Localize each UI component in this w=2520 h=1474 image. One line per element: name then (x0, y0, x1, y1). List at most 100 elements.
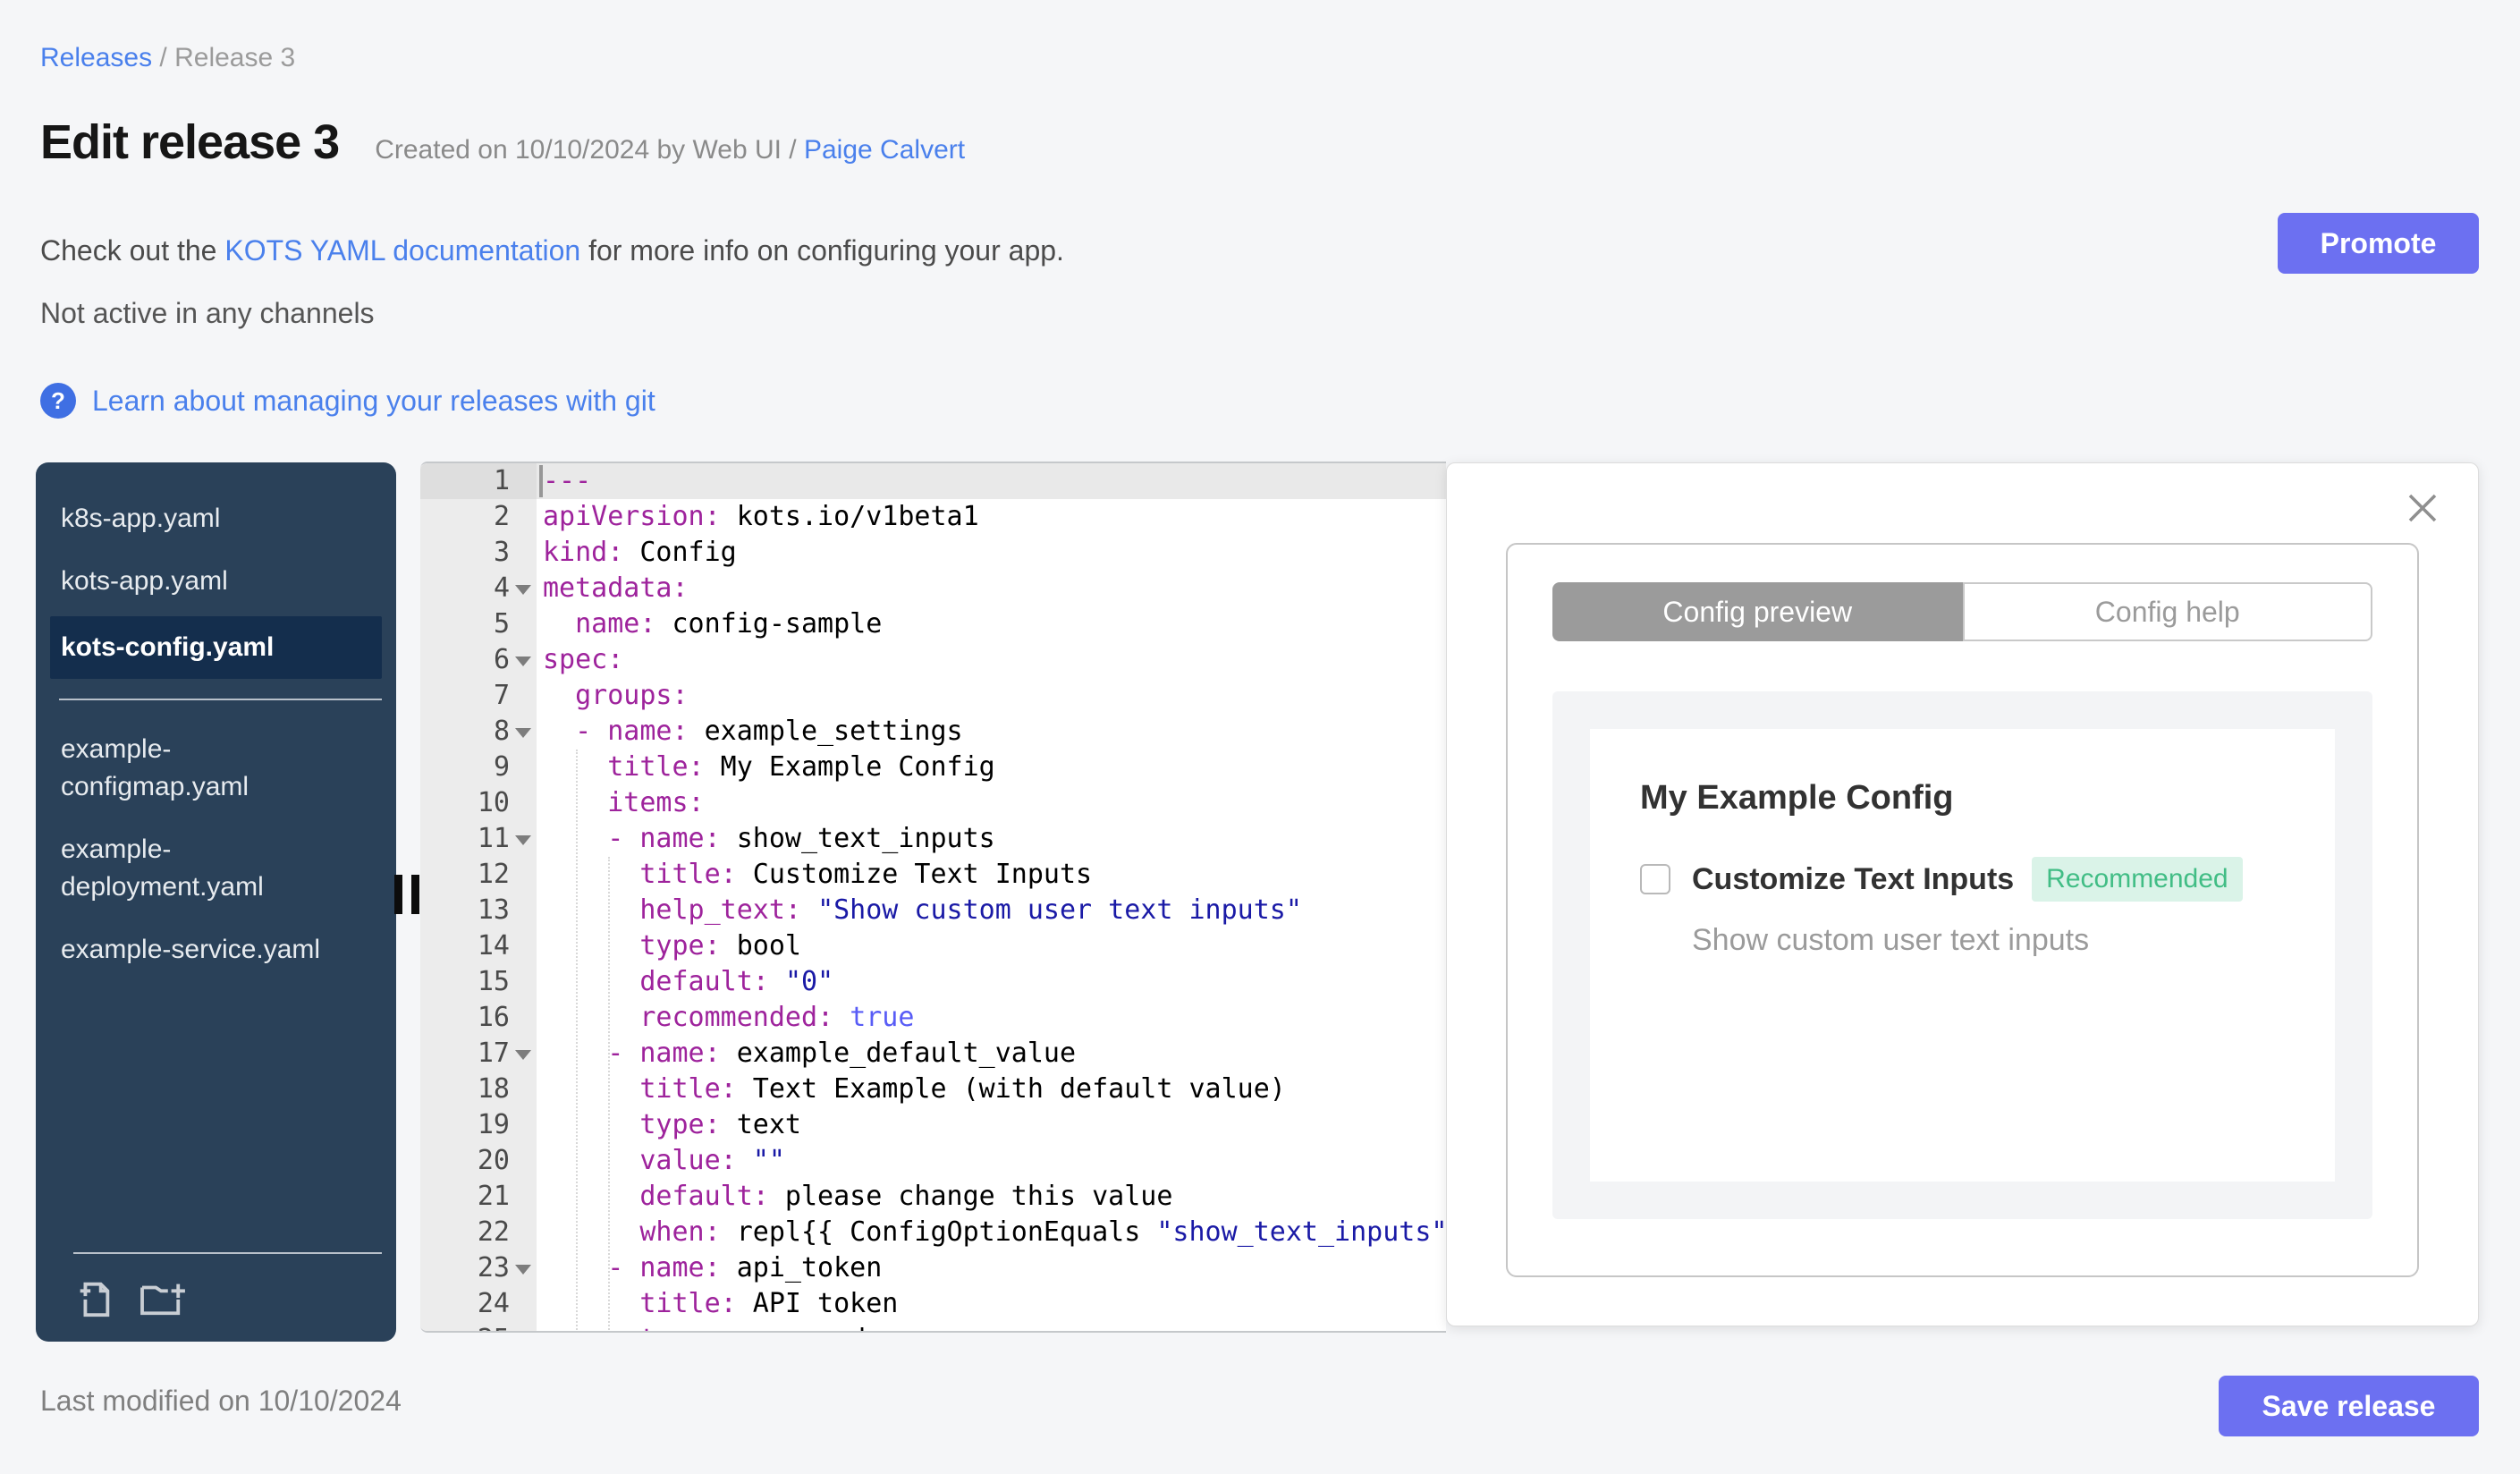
customize-text-inputs-checkbox[interactable] (1640, 864, 1670, 894)
code-text: apiVersion: kots.io/v1beta1 (543, 501, 979, 532)
line-number[interactable]: 20 (420, 1143, 537, 1179)
last-modified-text: Last modified on 10/10/2024 (40, 1385, 402, 1417)
line-number[interactable]: 23 (420, 1250, 537, 1286)
sidebar-file-example-configmap.yaml[interactable]: example- configmap.yaml (36, 718, 396, 818)
code-line-11: 11 - name: show_text_inputs (420, 821, 1446, 857)
code-line-2: 2 apiVersion: kots.io/v1beta1 (420, 499, 1446, 535)
config-item-row: Customize Text Inputs Recommended (1640, 857, 2285, 902)
line-number[interactable]: 2 (420, 499, 537, 535)
git-learn-row: ? Learn about managing your releases wit… (40, 383, 655, 419)
line-number[interactable]: 5 (420, 606, 537, 642)
config-preview-card: My Example Config Customize Text Inputs … (1590, 729, 2335, 1182)
line-number[interactable]: 17 (420, 1036, 537, 1072)
code-text: --- (543, 465, 592, 496)
code-line-12: 12 title: Customize Text Inputs (420, 857, 1446, 893)
save-release-button[interactable]: Save release (2219, 1376, 2479, 1436)
line-number[interactable]: 14 (420, 928, 537, 964)
line-number[interactable]: 16 (420, 1000, 537, 1036)
created-on-text: Created on 10/10/2024 by Web UI / Paige … (375, 135, 966, 165)
page-title: Edit release 3 (40, 115, 340, 169)
code-text: default: "0" (639, 966, 834, 997)
breadcrumb-releases-link[interactable]: Releases (40, 43, 152, 72)
config-item-label[interactable]: Customize Text Inputs (1692, 862, 2014, 897)
help-question-icon[interactable]: ? (40, 383, 76, 419)
code-text: - name: example_default_value (607, 1038, 1077, 1069)
code-text: - name: api_token (607, 1252, 883, 1283)
sidebar-file-k8s-app.yaml[interactable]: k8s-app.yaml (36, 487, 396, 550)
config-preview-container: Config preview Config help My Example Con… (1506, 543, 2419, 1277)
git-learn-link[interactable]: Learn about managing your releases with … (92, 385, 655, 418)
fold-arrow-icon[interactable] (515, 1265, 531, 1275)
sidebar-divider (73, 1252, 382, 1254)
code-text: type: password (537, 1322, 866, 1331)
code-text: type: bool (639, 930, 801, 961)
config-preview-panel: Config preview Config help My Example Con… (1446, 462, 2479, 1326)
breadcrumb-separator: / (152, 43, 175, 72)
created-by-link[interactable]: Paige Calvert (804, 135, 965, 165)
code-text: items: (607, 787, 705, 818)
code-line-21: 21 default: please change this value (420, 1179, 1446, 1215)
line-number[interactable]: 6 (420, 642, 537, 678)
code-text: - name: show_text_inputs (607, 823, 995, 854)
sidebar-file-kots-app.yaml[interactable]: kots-app.yaml (36, 550, 396, 613)
line-number[interactable]: 19 (420, 1107, 537, 1143)
fold-arrow-icon[interactable] (515, 728, 531, 738)
line-number[interactable]: 25 (420, 1322, 537, 1331)
line-number[interactable]: 21 (420, 1179, 537, 1215)
promote-button[interactable]: Promote (2278, 213, 2479, 274)
new-folder-icon[interactable] (138, 1277, 188, 1318)
line-number[interactable]: 7 (420, 678, 537, 714)
line-number[interactable]: 9 (420, 750, 537, 785)
line-number[interactable]: 1 (420, 463, 537, 499)
new-file-icon[interactable] (73, 1277, 114, 1318)
line-number[interactable]: 8 (420, 714, 537, 750)
line-number[interactable]: 18 (420, 1072, 537, 1107)
title-row: Edit release 3 Created on 10/10/2024 by … (40, 114, 965, 170)
channel-status-text: Not active in any channels (40, 297, 375, 329)
sidebar-file-example-service.yaml[interactable]: example-service.yaml (36, 919, 396, 981)
kots-yaml-doc-link[interactable]: KOTS YAML documentation (224, 234, 580, 267)
line-number[interactable]: 4 (420, 571, 537, 606)
sidebar-file-kots-config.yaml[interactable]: kots-config.yaml (50, 616, 382, 679)
code-text: value: "" (639, 1145, 785, 1176)
close-panel-button[interactable] (2405, 490, 2440, 526)
line-number[interactable]: 13 (420, 893, 537, 928)
code-text: title: Customize Text Inputs (639, 859, 1093, 890)
code-line-23: 23 - name: api_token (420, 1250, 1446, 1286)
code-line-10: 10 items: (420, 785, 1446, 821)
config-preview-background: My Example Config Customize Text Inputs … (1552, 691, 2372, 1219)
sidebar-file-example-deployment.yaml[interactable]: example- deployment.yaml (36, 818, 396, 919)
line-number[interactable]: 3 (420, 535, 537, 571)
code-text: kind: Config (543, 537, 737, 568)
tab-config-preview[interactable]: Config preview (1552, 582, 1963, 641)
code-line-7: 7 groups: (420, 678, 1446, 714)
sidebar-resize-handle[interactable] (394, 875, 419, 914)
line-number[interactable]: 12 (420, 857, 537, 893)
file-sidebar: k8s-app.yaml kots-app.yaml kots-config.yam… (36, 462, 396, 1342)
sidebar-actions (36, 1252, 396, 1342)
yaml-code-editor[interactable]: 1 --- 2 apiVersion: kots.io/v1beta1 3 kind: C… (420, 462, 1446, 1333)
line-number[interactable]: 15 (420, 964, 537, 1000)
code-line-5: 5 name: config-sample (420, 606, 1446, 642)
line-number[interactable]: 10 (420, 785, 537, 821)
code-line-24: 24 title: API token (420, 1286, 1446, 1322)
code-line-25: 25 type: password (420, 1322, 1446, 1331)
fold-arrow-icon[interactable] (515, 835, 531, 845)
fold-arrow-icon[interactable] (515, 585, 531, 595)
file-list: k8s-app.yaml kots-app.yaml kots-config.yam… (36, 462, 396, 1252)
config-group-title: My Example Config (1640, 779, 1954, 817)
close-icon (2408, 494, 2437, 522)
line-number[interactable]: 24 (420, 1286, 537, 1322)
fold-arrow-icon[interactable] (515, 657, 531, 666)
code-line-6: 6 spec: (420, 642, 1446, 678)
code-line-16: 16 recommended: true (420, 1000, 1446, 1036)
fold-arrow-icon[interactable] (515, 1050, 531, 1060)
code-text: title: API token (639, 1288, 899, 1319)
tab-config-help[interactable]: Config help (1962, 582, 2372, 641)
breadcrumb: Releases / Release 3 (40, 43, 295, 73)
code-text: when: repl{{ ConfigOptionEquals "show_te… (639, 1216, 1446, 1248)
line-number[interactable]: 11 (420, 821, 537, 857)
config-item-help-text: Show custom user text inputs (1692, 923, 2090, 957)
code-text: metadata: (543, 572, 689, 604)
line-number[interactable]: 22 (420, 1215, 537, 1250)
